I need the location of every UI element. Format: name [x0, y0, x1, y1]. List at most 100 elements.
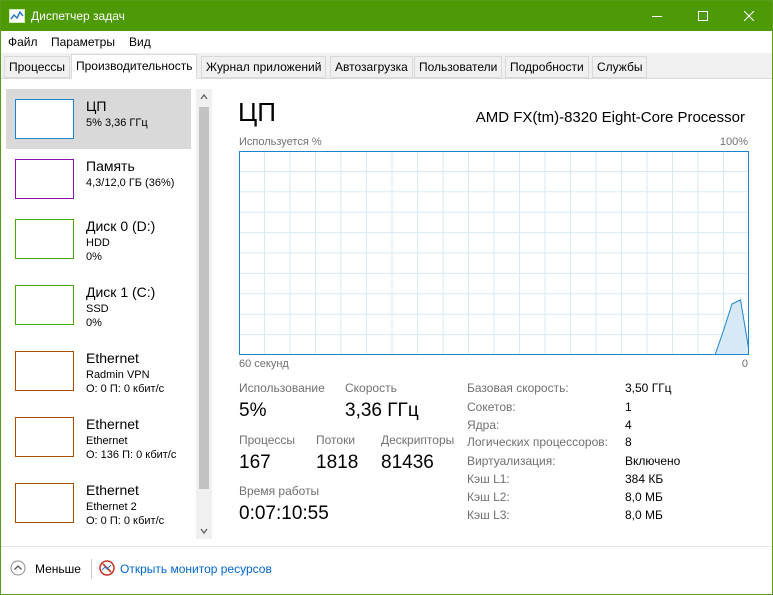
spec-sockets-value: 1: [625, 400, 632, 414]
sidebar-item-disk1[interactable]: Диск 1 (C:) SSD 0%: [6, 275, 191, 335]
spec-sockets-label: Сокетов:: [467, 400, 516, 414]
processor-name: AMD FX(tm)-8320 Eight-Core Processor: [475, 109, 745, 126]
spec-base-speed-value: 3,50 ГГц: [625, 381, 672, 395]
sidebar-item-detail: SSD: [86, 303, 109, 315]
footer-divider: [91, 559, 92, 579]
threads-value: 1818: [316, 452, 359, 473]
tab-performance[interactable]: Производительность: [71, 54, 198, 79]
spec-l1-label: Кэш L1:: [467, 472, 510, 486]
sidebar-item-detail: Radmin VPN: [86, 369, 150, 381]
graph-y-label: Используется %: [239, 136, 322, 148]
ethernet-thumbnail: [15, 483, 74, 523]
sidebar-item-name: Диск 1 (C:): [86, 284, 156, 300]
tab-app-history[interactable]: Журнал приложений: [201, 56, 327, 78]
spec-logical-value: 8: [625, 435, 632, 449]
threads-label: Потоки: [316, 433, 356, 447]
scroll-thumb[interactable]: [199, 107, 209, 489]
tab-startup[interactable]: Автозагрузка: [330, 56, 413, 78]
minimize-icon: [652, 16, 662, 17]
scroll-up-icon[interactable]: [200, 93, 208, 101]
resource-sidebar: ЦП 5% 3,36 ГГц Память 4,3/12,0 ГБ (36%) …: [1, 79, 214, 542]
sidebar-item-usage: О: 136 П: 0 кбит/с: [86, 449, 177, 461]
tab-processes[interactable]: Процессы: [4, 56, 71, 78]
tab-details[interactable]: Подробности: [505, 56, 589, 78]
sidebar-item-name: Ethernet: [86, 416, 139, 432]
disk0-thumbnail: [15, 219, 74, 259]
graph-x-min-label: 0: [741, 358, 748, 370]
sidebar-item-ethernet[interactable]: Ethernet Ethernet О: 136 П: 0 кбит/с: [6, 407, 191, 467]
tab-bar: Процессы Производительность Журнал прило…: [1, 53, 772, 79]
resource-monitor-icon: [99, 560, 115, 576]
tab-services[interactable]: Службы: [592, 56, 648, 78]
spec-virtualization-value: Включено: [625, 454, 681, 468]
spec-cores-label: Ядра:: [467, 418, 500, 432]
sidebar-item-detail: Ethernet 2: [86, 501, 137, 513]
close-button[interactable]: [726, 1, 772, 31]
usage-label: Использование: [239, 381, 325, 395]
graph-y-max-label: 100%: [719, 136, 748, 148]
sidebar-item-detail: 4,3/12,0 ГБ (36%): [86, 177, 175, 189]
close-icon: [744, 11, 754, 21]
tab-users[interactable]: Пользователи: [414, 56, 503, 78]
spec-base-speed-label: Базовая скорость:: [467, 381, 569, 395]
graph-grid: [239, 151, 749, 355]
sidebar-scrollbar[interactable]: [196, 89, 212, 539]
memory-thumbnail: [15, 159, 74, 199]
handles-value: 81436: [381, 452, 434, 473]
sidebar-item-usage: 0%: [86, 317, 102, 329]
ethernet-thumbnail: [15, 351, 74, 391]
spec-logical-label: Логических процессоров:: [467, 435, 608, 449]
menu-file[interactable]: Файл: [8, 35, 38, 49]
footer-bar: Меньше Открыть монитор ресурсов: [1, 546, 772, 594]
spec-l3-value: 8,0 МБ: [625, 508, 663, 522]
maximize-icon: [698, 11, 708, 21]
minimize-button[interactable]: [634, 1, 680, 31]
menu-options[interactable]: Параметры: [51, 35, 115, 49]
chevron-up-circle-icon[interactable]: [10, 560, 26, 576]
maximize-button[interactable]: [680, 1, 726, 31]
processes-label: Процессы: [239, 433, 296, 447]
cpu-thumbnail: [15, 99, 74, 139]
page-title: ЦП: [238, 97, 276, 127]
spec-l2-value: 8,0 МБ: [625, 490, 663, 504]
spec-virtualization-label: Виртуализация:: [467, 454, 556, 468]
fewer-details-button[interactable]: Меньше: [35, 562, 81, 576]
sidebar-item-name: Память: [86, 158, 135, 174]
open-resource-monitor-link[interactable]: Открыть монитор ресурсов: [120, 562, 272, 576]
sidebar-item-detail: 5% 3,36 ГГц: [86, 117, 148, 129]
sidebar-item-ethernet2[interactable]: Ethernet Ethernet 2 О: 0 П: 0 кбит/с: [6, 473, 191, 533]
sidebar-item-name: Диск 0 (D:): [86, 218, 156, 234]
sidebar-item-cpu[interactable]: ЦП 5% 3,36 ГГц: [6, 89, 191, 149]
uptime-value: 0:07:10:55: [239, 503, 329, 524]
spec-cores-value: 4: [625, 418, 632, 432]
disk1-thumbnail: [15, 285, 74, 325]
spec-l3-label: Кэш L3:: [467, 508, 510, 522]
task-manager-window: Диспетчер задач Файл Параметры Вид Проце…: [0, 0, 773, 595]
uptime-label: Время работы: [239, 484, 320, 498]
sidebar-item-memory[interactable]: Память 4,3/12,0 ГБ (36%): [6, 149, 191, 209]
sidebar-item-name: Ethernet: [86, 350, 139, 366]
processes-value: 167: [239, 452, 271, 473]
speed-value: 3,36 ГГц: [345, 400, 419, 421]
usage-value: 5%: [239, 400, 267, 421]
sidebar-item-usage: О: 0 П: 0 кбит/с: [86, 515, 165, 527]
sidebar-item-name: ЦП: [86, 98, 107, 114]
sidebar-item-disk0[interactable]: Диск 0 (D:) HDD 0%: [6, 209, 191, 269]
sidebar-item-detail: HDD: [86, 237, 110, 249]
sidebar-item-detail: Ethernet: [86, 435, 128, 447]
spec-l1-value: 384 КБ: [625, 472, 664, 486]
window-title: Диспетчер задач: [31, 9, 125, 23]
sidebar-item-usage: О: 0 П: 0 кбит/с: [86, 383, 165, 395]
sidebar-item-ethernet-radmin[interactable]: Ethernet Radmin VPN О: 0 П: 0 кбит/с: [6, 341, 191, 401]
sidebar-item-name: Ethernet: [86, 482, 139, 498]
menu-bar: Файл Параметры Вид: [1, 31, 772, 53]
cpu-usage-graph: [239, 151, 749, 355]
menu-view[interactable]: Вид: [129, 35, 151, 49]
ethernet-thumbnail: [15, 417, 74, 457]
title-bar[interactable]: Диспетчер задач: [1, 1, 772, 31]
sidebar-item-usage: 0%: [86, 251, 102, 263]
handles-label: Дескрипторы: [381, 433, 455, 447]
spec-l2-label: Кэш L2:: [467, 490, 510, 504]
scroll-down-icon[interactable]: [200, 527, 208, 535]
speed-label: Скорость: [345, 381, 397, 395]
